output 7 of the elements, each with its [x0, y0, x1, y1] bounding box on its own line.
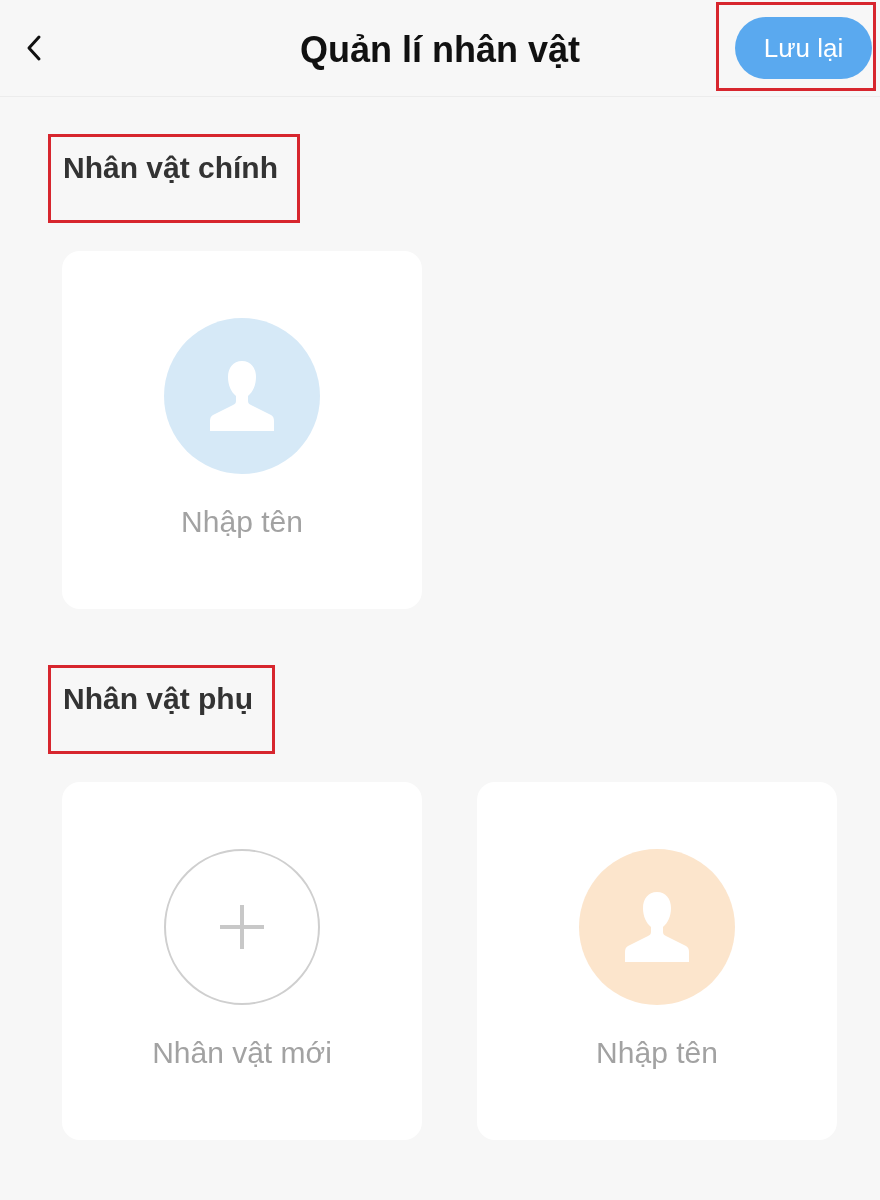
save-button[interactable]: Lưu lại [735, 17, 872, 79]
section-title: Nhân vật chính [63, 150, 279, 186]
new-character-button[interactable]: Nhân vật mới [62, 782, 422, 1140]
section-title: Nhân vật phụ [63, 681, 253, 717]
name-field[interactable]: Nhập tên [547, 1031, 767, 1075]
name-field[interactable]: Nhập tên [132, 500, 352, 544]
page-title: Quản lí nhân vật [299, 29, 580, 71]
